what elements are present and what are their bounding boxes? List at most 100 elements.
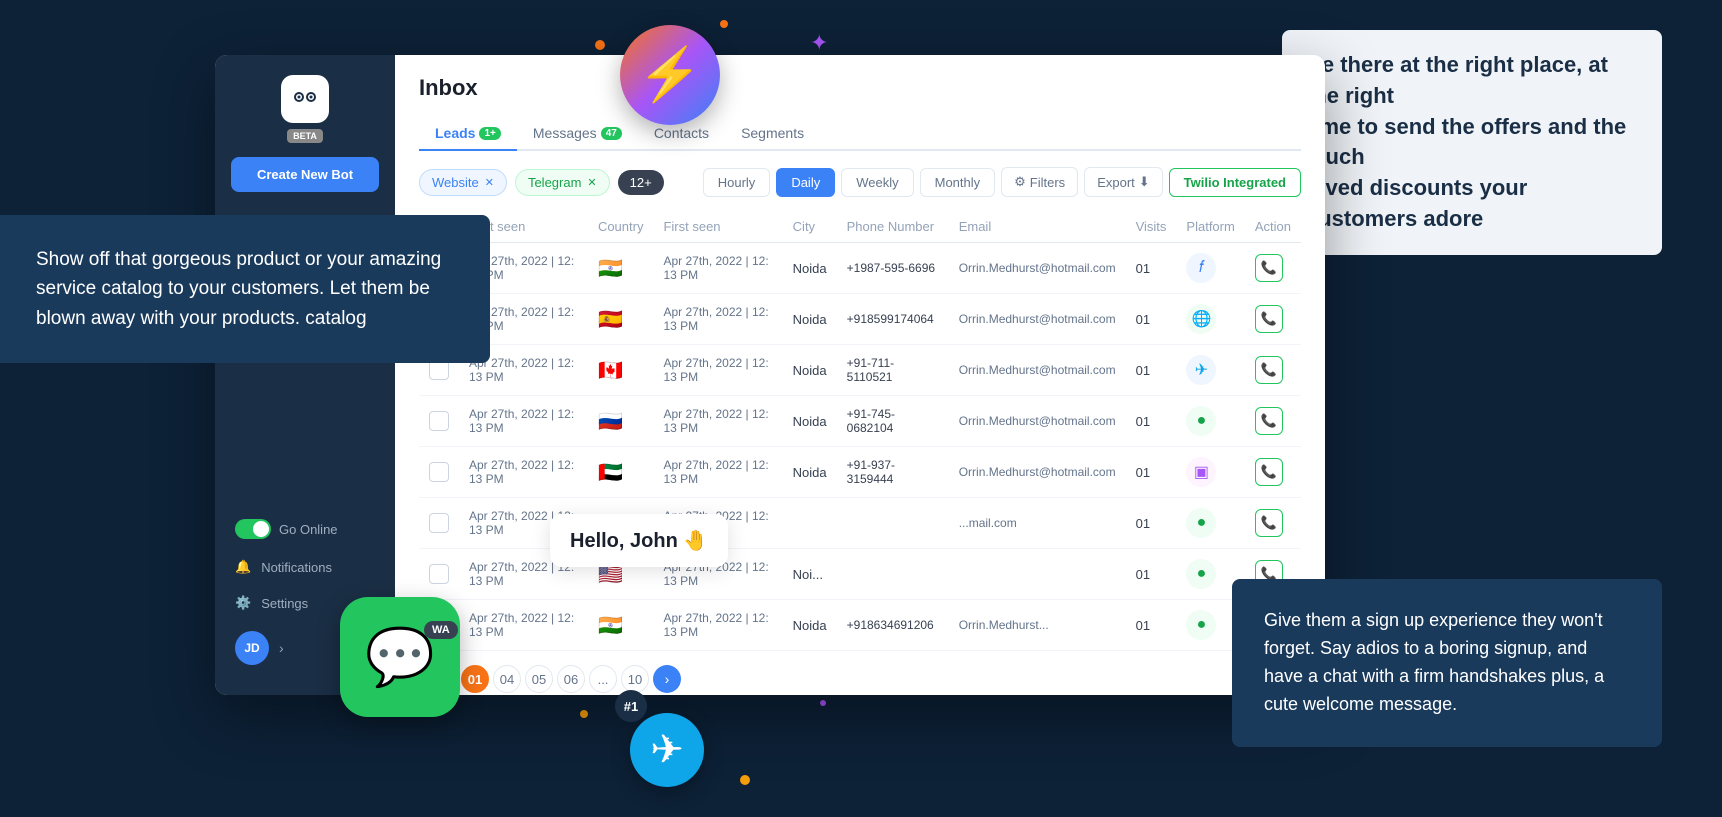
- page-10[interactable]: 10: [621, 665, 649, 693]
- row-checkbox-cell[interactable]: [419, 549, 459, 600]
- integrated-button[interactable]: Twilio Integrated: [1169, 168, 1301, 197]
- call-button[interactable]: 📞: [1255, 407, 1283, 435]
- row-checkbox[interactable]: [429, 513, 449, 533]
- tab-leads[interactable]: Leads 1+: [419, 117, 517, 151]
- avatar-arrow: ›: [279, 640, 284, 656]
- tab-segments[interactable]: Segments: [725, 117, 820, 149]
- row-action[interactable]: 📞: [1245, 447, 1301, 498]
- row-platform: ●: [1176, 396, 1244, 447]
- page-05[interactable]: 05: [525, 665, 553, 693]
- bottom-right-callout: Give them a sign up experience they won'…: [1232, 579, 1662, 747]
- col-first-seen: First seen: [653, 211, 782, 243]
- row-country: 🇨🇦: [588, 345, 654, 396]
- call-button[interactable]: 📞: [1255, 458, 1283, 486]
- row-visits: 01: [1126, 345, 1177, 396]
- col-country: Country: [588, 211, 654, 243]
- next-page[interactable]: ›: [653, 665, 681, 693]
- row-checkbox[interactable]: [429, 411, 449, 431]
- row-first-seen: Apr 27th, 2022 | 12: 13 PM: [653, 396, 782, 447]
- row-country: 🇮🇳: [588, 600, 654, 651]
- row-phone: [837, 549, 949, 600]
- tab-contacts-label: Contacts: [654, 125, 709, 141]
- filter-tag-website[interactable]: Website ✕: [419, 169, 507, 196]
- call-button[interactable]: 📞: [1255, 356, 1283, 384]
- hourly-button[interactable]: Hourly: [703, 168, 771, 197]
- row-phone: +91-937-3159444: [837, 447, 949, 498]
- row-visits: 01: [1126, 294, 1177, 345]
- go-online-toggle[interactable]: [235, 519, 271, 539]
- row-checkbox[interactable]: [429, 564, 449, 584]
- go-online-label: Go Online: [279, 522, 338, 537]
- row-phone: [837, 498, 949, 549]
- row-first-seen: Apr 27th, 2022 | 12: 13 PM: [653, 447, 782, 498]
- row-action[interactable]: 📞: [1245, 396, 1301, 447]
- leads-badge: 1+: [479, 127, 500, 140]
- export-button[interactable]: Export ⬇: [1084, 167, 1162, 197]
- create-bot-button[interactable]: Create New Bot: [231, 157, 379, 192]
- telegram-num-badge: #1: [615, 690, 647, 722]
- row-city: Noida: [783, 447, 837, 498]
- settings-label: Settings: [261, 596, 308, 611]
- top-right-line1: Be there at the right place, at the righ…: [1306, 52, 1608, 108]
- row-checkbox-cell[interactable]: [419, 447, 459, 498]
- row-action[interactable]: 📞: [1245, 345, 1301, 396]
- row-phone: +91-711-5110521: [837, 345, 949, 396]
- row-checkbox-cell[interactable]: [419, 498, 459, 549]
- remove-website-filter[interactable]: ✕: [485, 176, 494, 189]
- row-phone: +91-745-0682104: [837, 396, 949, 447]
- row-email: Orrin.Medhurst@hotmail.com: [949, 396, 1126, 447]
- daily-button[interactable]: Daily: [776, 168, 835, 197]
- col-visits: Visits: [1126, 211, 1177, 243]
- call-button[interactable]: 📞: [1255, 254, 1283, 282]
- call-button[interactable]: 📞: [1255, 509, 1283, 537]
- row-platform: ✈: [1176, 345, 1244, 396]
- page-06[interactable]: 06: [557, 665, 585, 693]
- page-01[interactable]: 01: [461, 665, 489, 693]
- remove-telegram-filter[interactable]: ✕: [587, 176, 596, 189]
- table-row: Apr 27th, 2022 | 12: 13 PM 🇪🇸 Apr 27th, …: [419, 294, 1301, 345]
- table-row: Apr 27th, 2022 | 12: 13 PM 🇮🇳 Apr 27th, …: [419, 600, 1301, 651]
- row-city: [783, 498, 837, 549]
- row-phone: +918599174064: [837, 294, 949, 345]
- weekly-button[interactable]: Weekly: [841, 168, 913, 197]
- col-phone: Phone Number: [837, 211, 949, 243]
- row-city: Noida: [783, 243, 837, 294]
- telegram-bubble: ✈: [630, 713, 704, 787]
- row-action[interactable]: 📞: [1245, 243, 1301, 294]
- call-button[interactable]: 📞: [1255, 305, 1283, 333]
- pagination: ‹ 01 04 05 06 ... 10 ›: [419, 651, 1301, 695]
- filter-tags: Website ✕ Telegram ✕ 12+: [419, 169, 664, 196]
- row-visits: 01: [1126, 447, 1177, 498]
- notifications-item[interactable]: 🔔 Notifications: [235, 551, 375, 583]
- tab-messages-label: Messages: [533, 125, 597, 141]
- inbox-title: Inbox: [419, 75, 1301, 101]
- page-04[interactable]: 04: [493, 665, 521, 693]
- row-action[interactable]: 📞: [1245, 498, 1301, 549]
- row-country: 🇷🇺: [588, 396, 654, 447]
- row-email: [949, 549, 1126, 600]
- leads-table: Last seen Country First seen City Phone …: [419, 211, 1301, 651]
- tab-leads-label: Leads: [435, 125, 475, 141]
- row-phone: +1987-595-6696: [837, 243, 949, 294]
- row-checkbox[interactable]: [429, 462, 449, 482]
- filter-tag-telegram[interactable]: Telegram ✕: [515, 169, 610, 196]
- bottom-right-text: Give them a sign up experience they won'…: [1264, 610, 1604, 714]
- monthly-button[interactable]: Monthly: [920, 168, 996, 197]
- go-online-item[interactable]: Go Online: [235, 511, 375, 547]
- filters-button[interactable]: ⚙ Filters: [1001, 167, 1078, 197]
- row-city: Noida: [783, 294, 837, 345]
- top-right-callout: Be there at the right place, at the righ…: [1282, 30, 1662, 255]
- page-ellipsis: ...: [589, 665, 617, 693]
- row-email: Orrin.Medhurst...: [949, 600, 1126, 651]
- row-email: Orrin.Medhurst@hotmail.com: [949, 345, 1126, 396]
- row-action[interactable]: 📞: [1245, 294, 1301, 345]
- messenger-bubble: ⚡: [620, 25, 720, 125]
- row-phone: +918634691206: [837, 600, 949, 651]
- row-checkbox-cell[interactable]: [419, 396, 459, 447]
- row-city: Noida: [783, 600, 837, 651]
- row-country: 🇪🇸: [588, 294, 654, 345]
- tab-messages[interactable]: Messages 47: [517, 117, 638, 149]
- row-visits: 01: [1126, 498, 1177, 549]
- filter-tag-more[interactable]: 12+: [618, 170, 664, 195]
- row-city: Noi...: [783, 549, 837, 600]
